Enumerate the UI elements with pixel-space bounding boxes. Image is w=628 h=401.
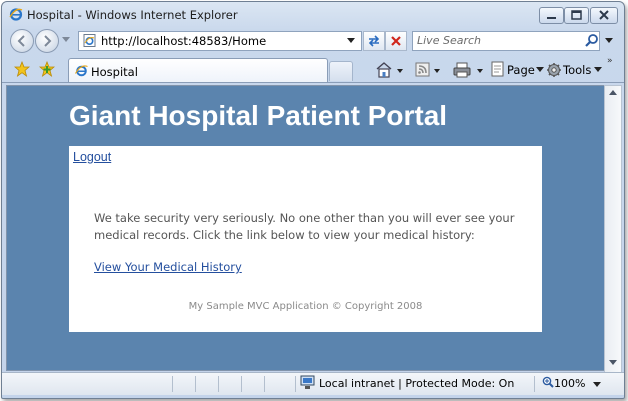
tools-menu-label: Tools — [563, 63, 592, 77]
zoom-icon[interactable] — [542, 376, 554, 389]
printer-icon — [453, 62, 483, 78]
new-tab-button[interactable] — [329, 61, 353, 81]
forward-arrow-icon — [44, 35, 52, 47]
view-medical-history-link[interactable]: View Your Medical History — [94, 260, 242, 274]
recent-pages-dropdown-icon[interactable] — [62, 37, 70, 43]
home-icon — [376, 62, 403, 78]
logout-link[interactable]: Logout — [73, 150, 111, 164]
forward-button[interactable] — [35, 29, 59, 53]
search-icon[interactable] — [584, 33, 600, 48]
status-divider — [295, 376, 296, 392]
intro-text: We take security very seriously. No one … — [94, 211, 515, 242]
close-button[interactable] — [590, 7, 618, 24]
zoom-dropdown-icon[interactable] — [593, 382, 601, 388]
page-icon — [491, 61, 504, 77]
page-footer: My Sample MVC Application © Copyright 20… — [188, 301, 423, 312]
back-button[interactable] — [10, 29, 34, 53]
favorites-star-icon[interactable] — [14, 61, 30, 77]
address-input[interactable] — [101, 33, 341, 48]
security-zone-text[interactable]: Local intranet | Protected Mode: On — [319, 377, 514, 390]
minimize-icon — [547, 17, 556, 19]
scroll-down-arrow-icon[interactable] — [609, 360, 617, 366]
tab-divider — [2, 82, 624, 83]
stop-icon — [391, 36, 401, 46]
ie-logo-icon — [9, 8, 23, 21]
add-favorites-icon[interactable] — [39, 61, 55, 77]
site-title: Giant Hospital Patient Portal — [69, 100, 448, 131]
local-intranet-icon[interactable] — [300, 375, 316, 390]
vertical-scrollbar[interactable] — [604, 85, 622, 373]
scroll-up-arrow-icon[interactable] — [609, 90, 617, 96]
title-bar: Hospital - Windows Internet Explorer — [2, 2, 624, 26]
status-divider — [241, 376, 242, 392]
maximize-button[interactable] — [564, 7, 589, 24]
maximize-icon — [571, 10, 582, 20]
gear-icon — [547, 63, 561, 77]
browser-window: Hospital - Windows Internet Explorer htt… — [1, 1, 625, 399]
page-menu-label: Page — [507, 63, 535, 77]
window-title: Hospital - Windows Internet Explorer — [27, 8, 238, 22]
search-options-dropdown-icon[interactable] — [605, 38, 613, 44]
address-dropdown-icon[interactable] — [347, 38, 356, 44]
print-button[interactable] — [453, 60, 485, 80]
main-content: Logout We take security very seriously. … — [69, 146, 542, 332]
tab-hospital[interactable]: Hospital — [68, 58, 328, 83]
status-divider — [172, 376, 173, 392]
status-divider — [264, 376, 265, 392]
refresh-icon — [368, 35, 380, 47]
feeds-icon — [415, 62, 440, 77]
page-ie-icon — [83, 34, 96, 47]
stop-button[interactable] — [385, 31, 407, 51]
search-box[interactable] — [412, 31, 600, 51]
page-dropdown-icon — [536, 67, 544, 72]
tools-dropdown-icon — [594, 67, 602, 72]
status-divider — [195, 376, 196, 392]
status-divider — [218, 376, 219, 392]
tab-label: Hospital — [91, 65, 138, 79]
refresh-button[interactable] — [363, 31, 385, 51]
feeds-button[interactable] — [414, 60, 442, 80]
search-input[interactable] — [417, 33, 577, 48]
home-button[interactable] — [375, 60, 403, 80]
status-divider — [534, 376, 535, 392]
minimize-button[interactable] — [539, 7, 564, 24]
close-icon — [599, 10, 609, 20]
toolbar-overflow-chevron-icon[interactable]: » — [607, 56, 613, 66]
address-bar[interactable] — [78, 31, 362, 51]
page-viewport: Giant Hospital Patient Portal Logout We … — [6, 85, 605, 371]
back-arrow-icon — [17, 35, 25, 47]
zoom-level[interactable]: 100% — [554, 377, 585, 390]
tab-ie-icon — [75, 65, 88, 77]
